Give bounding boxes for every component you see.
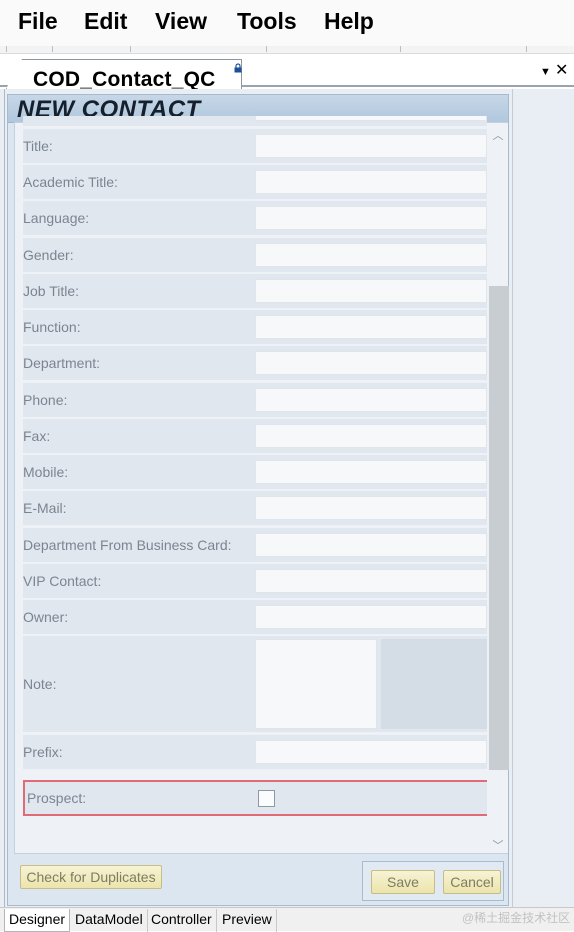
editor-border <box>512 89 513 907</box>
job-title-field[interactable] <box>255 279 487 303</box>
document-tab[interactable]: COD_Contact_QC <box>6 59 242 89</box>
prefix-field[interactable] <box>255 740 487 764</box>
document-tab-bar: COD_Contact_QC <box>0 54 574 89</box>
scrollbar-thumb[interactable] <box>489 286 509 770</box>
form-row-academic-title: Academic Title: <box>23 165 487 199</box>
form-row-email: E-Mail: <box>23 491 487 525</box>
save-cancel-group: Save Cancel <box>362 861 504 901</box>
prospect-checkbox[interactable] <box>258 790 275 807</box>
toolbar-separator <box>130 46 131 52</box>
watermark-text: @稀土掘金技术社区 <box>462 911 571 925</box>
title-field[interactable] <box>255 134 487 158</box>
fax-field[interactable] <box>255 424 487 448</box>
form-fields: Title: Academic Title: Language: Gender:… <box>23 116 487 851</box>
tab-designer[interactable]: Designer <box>4 909 71 932</box>
menu-tools[interactable]: Tools <box>237 8 297 35</box>
form-row-department: Department: <box>23 346 487 380</box>
form-row-owner: Owner: <box>23 600 487 634</box>
save-button[interactable]: Save <box>371 870 435 894</box>
phone-field[interactable] <box>255 388 487 412</box>
form-row-phone: Phone: <box>23 383 487 417</box>
form-row-vip-contact: VIP Contact: <box>23 564 487 598</box>
form-row-gender: Gender: <box>23 238 487 272</box>
tab-preview[interactable]: Preview <box>218 909 277 932</box>
academic-title-field[interactable] <box>255 170 487 194</box>
function-field[interactable] <box>255 315 487 339</box>
field-label: Fax: <box>23 428 51 444</box>
field-label: Title: <box>23 138 53 154</box>
field-label: Department: <box>23 355 101 371</box>
department-business-card-field[interactable] <box>255 533 487 557</box>
vip-contact-field[interactable] <box>255 569 487 593</box>
field-label: Department From Business Card: <box>23 537 232 553</box>
field-label: Phone: <box>23 392 68 408</box>
tab-datamodel[interactable]: DataModel <box>71 909 148 932</box>
new-contact-form: NEW CONTACT Title: Academic Title: Langu… <box>7 94 509 906</box>
toolbar-separator <box>6 46 7 52</box>
note-textarea[interactable] <box>255 639 377 729</box>
toolbar-strip <box>0 46 574 54</box>
close-icon[interactable]: ✕ <box>555 60 568 80</box>
field-label: VIP Contact: <box>23 573 102 589</box>
form-row-fax: Fax: <box>23 419 487 453</box>
language-field[interactable] <box>255 206 487 230</box>
toolbar-separator <box>400 46 401 52</box>
menu-file[interactable]: File <box>18 8 58 35</box>
menu-bar: File Edit View Tools Help <box>0 0 574 46</box>
chevron-down-icon[interactable]: ﹀ <box>488 837 508 853</box>
toolbar-separator <box>526 46 527 52</box>
lock-icon <box>234 63 242 73</box>
editor-border <box>4 89 5 907</box>
form-row-job-title: Job Title: <box>23 274 487 308</box>
field-label: Prospect: <box>27 790 87 806</box>
chevron-up-icon[interactable]: ︿ <box>488 127 508 143</box>
field-input[interactable] <box>255 116 487 121</box>
cancel-button[interactable]: Cancel <box>443 870 501 894</box>
form-row-title: Title: <box>23 129 487 163</box>
menu-help[interactable]: Help <box>324 8 374 35</box>
mobile-field[interactable] <box>255 460 487 484</box>
form-row-partial <box>23 116 487 126</box>
field-label: Language: <box>23 210 90 226</box>
field-label: Prefix: <box>23 744 63 760</box>
tab-controller[interactable]: Controller <box>147 909 217 932</box>
tab-list-dropdown-icon[interactable]: ▼ <box>540 66 551 78</box>
field-label: Function: <box>23 319 81 335</box>
toolbar-separator <box>52 46 53 52</box>
field-label: Owner: <box>23 609 69 625</box>
form-row-department-business-card: Department From Business Card: <box>23 528 487 562</box>
field-label: Academic Title: <box>23 174 118 190</box>
owner-field[interactable] <box>255 605 487 629</box>
field-label: Job Title: <box>23 283 80 299</box>
menu-view[interactable]: View <box>155 8 207 35</box>
gender-field[interactable] <box>255 243 487 267</box>
email-field[interactable] <box>255 496 487 520</box>
field-label: E-Mail: <box>23 500 67 516</box>
vertical-scrollbar[interactable]: ︿ ﹀ <box>488 123 509 853</box>
form-row-mobile: Mobile: <box>23 455 487 489</box>
field-label: Mobile: <box>23 464 69 480</box>
toolbar-separator <box>266 46 267 52</box>
form-row-function: Function: <box>23 310 487 344</box>
note-side-panel <box>381 639 487 729</box>
form-row-prefix: Prefix: <box>23 735 487 769</box>
form-row-language: Language: <box>23 201 487 235</box>
field-label: Gender: <box>23 247 74 263</box>
form-row-prospect: Prospect: <box>23 780 487 816</box>
department-field[interactable] <box>255 351 487 375</box>
field-label: Note: <box>23 676 57 692</box>
check-duplicates-button[interactable]: Check for Duplicates <box>20 865 162 889</box>
form-body: Title: Academic Title: Language: Gender:… <box>14 116 509 854</box>
menu-edit[interactable]: Edit <box>84 8 127 35</box>
form-row-note: Note: <box>23 636 487 732</box>
